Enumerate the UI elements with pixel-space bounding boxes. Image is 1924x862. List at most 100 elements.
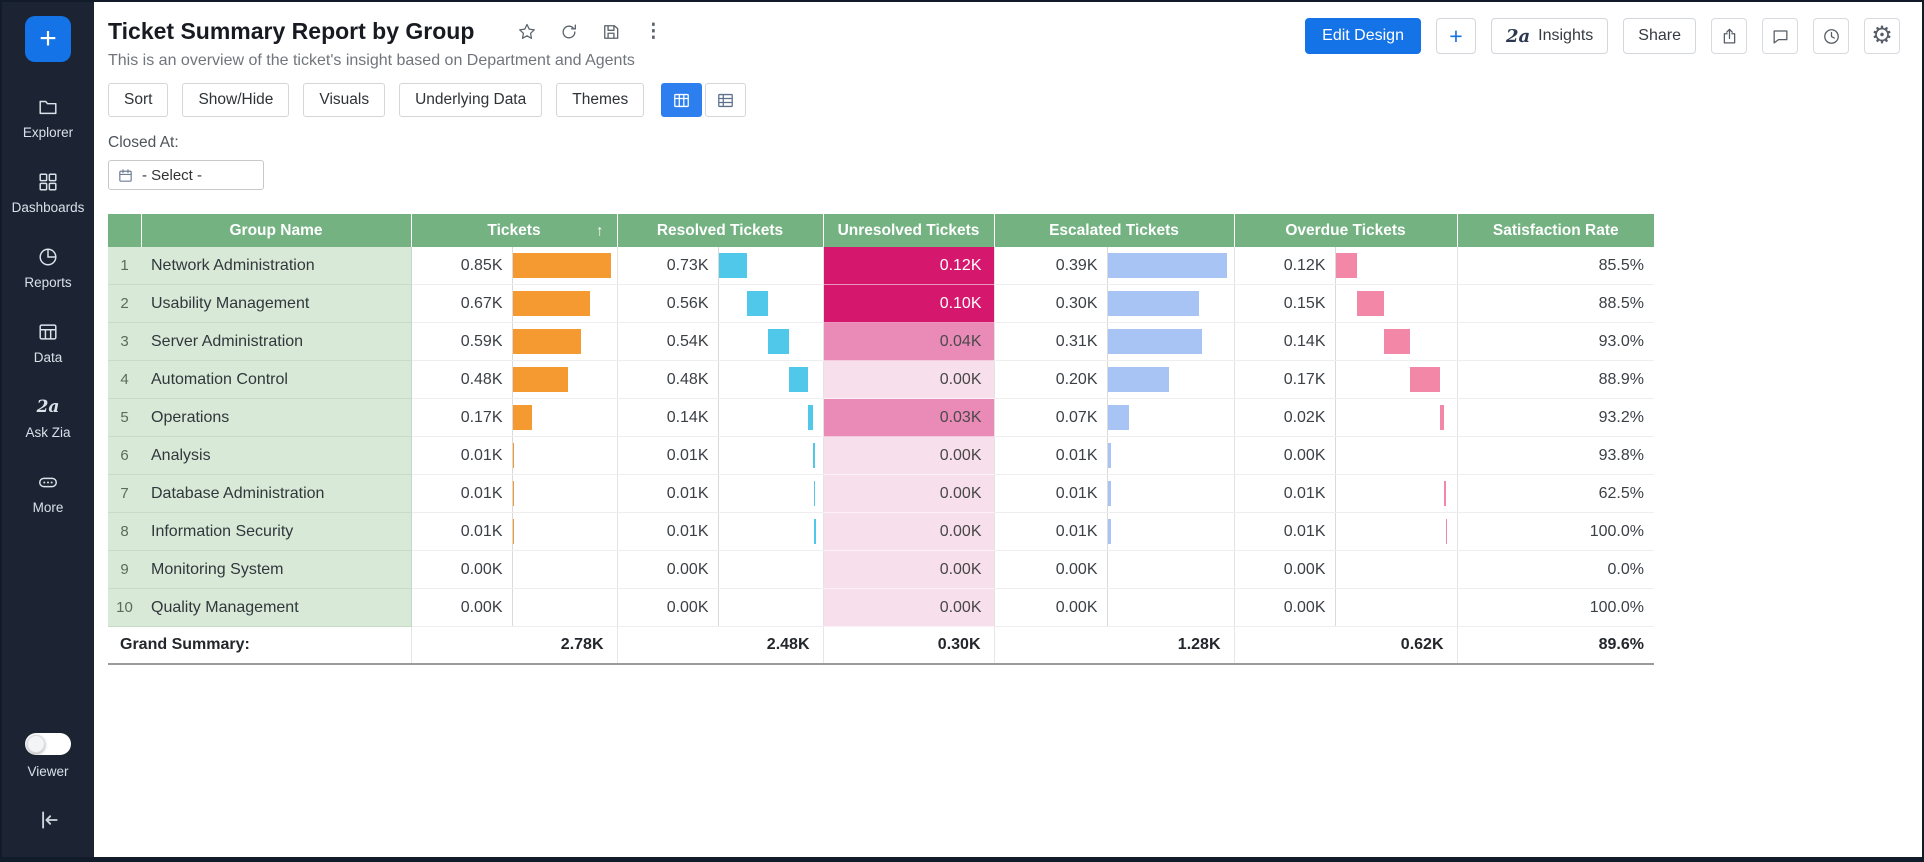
tickets-bar [513,329,581,354]
tickets-bar-zone [512,361,617,398]
table-row[interactable]: 5Operations0.17K0.14K0.03K0.07K0.02K93.2… [108,399,1654,437]
row-number: 1 [108,247,141,285]
resolved-bar-zone [718,361,823,398]
col-header-escalated-tickets[interactable]: Escalated Tickets [994,214,1234,247]
overdue-value: 0.01K [1235,523,1335,541]
table-view-button[interactable] [661,83,702,117]
col-header-resolved-tickets[interactable]: Resolved Tickets [617,214,823,247]
tickets-bar-zone [512,513,617,550]
resolved-bar [808,405,813,430]
visuals-button[interactable]: Visuals [303,83,385,117]
sort-button[interactable]: Sort [108,83,168,117]
zia-icon: 2a [37,396,59,418]
escalated-value: 0.30K [995,295,1107,313]
satisfaction-cell: 93.2% [1457,399,1654,437]
resolved-value: 0.73K [618,257,718,275]
resolved-value: 0.48K [618,371,718,389]
resolved-bar [747,291,769,316]
more-options-kebab-icon[interactable]: ⋮ [642,21,664,43]
edit-design-button[interactable]: Edit Design [1305,18,1421,54]
escalated-value: 0.07K [995,409,1107,427]
resolved-bar [814,481,816,506]
satisfaction-cell: 0.0% [1457,551,1654,589]
table-row[interactable]: 6Analysis0.01K0.01K0.00K0.01K0.00K93.8% [108,437,1654,475]
escalated-value: 0.01K [995,485,1107,503]
add-report-button[interactable]: + [1436,18,1476,54]
escalated-cell: 0.00K [994,551,1234,589]
col-header-tickets[interactable]: Tickets ↑ [411,214,617,247]
unresolved-heat-cell: 0.04K [823,323,994,361]
history-button[interactable] [1813,18,1849,54]
show-hide-button[interactable]: Show/Hide [182,83,289,117]
escalated-cell-content: 0.00K [995,551,1234,588]
escalated-value: 0.00K [995,599,1107,617]
tickets-value: 0.01K [412,485,512,503]
sidebar-item-data[interactable]: Data [34,321,63,365]
sidebar-item-explorer[interactable]: Explorer [23,96,73,140]
tickets-value: 0.17K [412,409,512,427]
tickets-cell-content: 0.01K [412,513,617,550]
comments-button[interactable] [1762,18,1798,54]
table-row[interactable]: 9Monitoring System0.00K0.00K0.00K0.00K0.… [108,551,1654,589]
zia-icon: 2a [1506,26,1530,47]
refresh-icon[interactable] [558,21,580,43]
create-new-button[interactable]: + [25,16,71,62]
row-number: 5 [108,399,141,437]
table-row[interactable]: 7Database Administration0.01K0.01K0.00K0… [108,475,1654,513]
escalated-cell: 0.01K [994,437,1234,475]
escalated-cell-content: 0.20K [995,361,1234,398]
share-button[interactable]: Share [1623,18,1696,54]
summary-escalated: 1.28K [994,627,1234,664]
closed-at-select[interactable]: - Select - [108,160,264,190]
overdue-cell: 0.00K [1234,437,1457,475]
satisfaction-cell: 88.5% [1457,285,1654,323]
tickets-bar [513,291,590,316]
header-actions: Edit Design + 2a Insights Share [1305,18,1900,54]
sidebar-item-dashboards[interactable]: Dashboards [12,171,85,215]
escalated-cell-content: 0.31K [995,323,1234,360]
row-number: 8 [108,513,141,551]
resolved-value: 0.01K [618,523,718,541]
save-icon[interactable] [600,21,622,43]
themes-button[interactable]: Themes [556,83,644,117]
sidebar-item-label: More [33,500,64,515]
row-number: 7 [108,475,141,513]
sidebar-item-ask-zia[interactable]: 2a Ask Zia [25,396,70,440]
escalated-value: 0.31K [995,333,1107,351]
resolved-cell: 0.14K [617,399,823,437]
table-row[interactable]: 10Quality Management0.00K0.00K0.00K0.00K… [108,589,1654,627]
summary-view-button[interactable] [705,83,746,117]
resolved-value: 0.14K [618,409,718,427]
table-row[interactable]: 1Network Administration0.85K0.73K0.12K0.… [108,247,1654,285]
viewer-toggle[interactable] [25,733,71,755]
col-header-overdue-tickets[interactable]: Overdue Tickets [1234,214,1457,247]
export-button[interactable] [1711,18,1747,54]
insights-button[interactable]: 2a Insights [1491,18,1608,54]
table-row[interactable]: 3Server Administration0.59K0.54K0.04K0.3… [108,323,1654,361]
tickets-cell: 0.00K [411,589,617,627]
sidebar-item-reports[interactable]: Reports [24,246,71,290]
sort-ascending-icon[interactable]: ↑ [596,222,604,239]
table-row[interactable]: 4Automation Control0.48K0.48K0.00K0.20K0… [108,361,1654,399]
settings-gear-button[interactable]: ⚙ [1864,18,1900,54]
resolved-cell-content: 0.48K [618,361,823,398]
col-header-unresolved-tickets[interactable]: Unresolved Tickets [823,214,994,247]
sidebar-item-label: Data [34,350,63,365]
col-header-satisfaction-rate[interactable]: Satisfaction Rate [1457,214,1654,247]
resolved-cell: 0.73K [617,247,823,285]
table-row[interactable]: 2Usability Management0.67K0.56K0.10K0.30… [108,285,1654,323]
overdue-cell: 0.00K [1234,551,1457,589]
tickets-bar [513,443,515,468]
table-row[interactable]: 8Information Security0.01K0.01K0.00K0.01… [108,513,1654,551]
resolved-value: 0.01K [618,485,718,503]
col-header-group-name[interactable]: Group Name [141,214,411,247]
underlying-data-button[interactable]: Underlying Data [399,83,542,117]
resolved-cell: 0.01K [617,513,823,551]
overdue-bar [1384,329,1409,354]
favorite-star-icon[interactable] [516,21,538,43]
row-number: 6 [108,437,141,475]
satisfaction-cell: 100.0% [1457,589,1654,627]
sidebar-item-more[interactable]: More [33,471,64,515]
collapse-sidebar-icon[interactable] [35,807,61,833]
escalated-value: 0.20K [995,371,1107,389]
